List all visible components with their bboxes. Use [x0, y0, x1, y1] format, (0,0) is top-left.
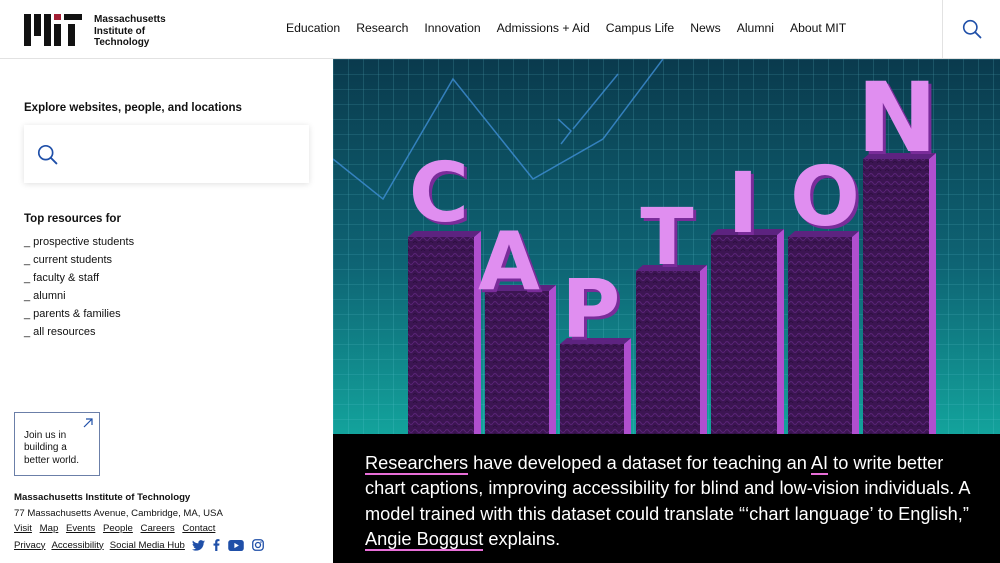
caption-link-ai[interactable]: AI — [810, 453, 829, 475]
mit-logo-icon — [24, 14, 82, 46]
nav-education[interactable]: Education — [286, 21, 340, 35]
bar — [711, 235, 777, 434]
footer-link-contact[interactable]: Contact — [182, 523, 215, 534]
bar-side — [852, 231, 859, 434]
resources-title: Top resources for — [24, 213, 121, 225]
bar-side — [777, 229, 784, 434]
footer-links: Visit Map Events People Careers Contact — [14, 523, 272, 534]
mit-logo[interactable]: Massachusetts Institute of Technology — [24, 14, 166, 49]
caption-link-researchers[interactable]: Researchers — [365, 453, 469, 475]
resource-parents-families[interactable]: _ parents & families — [24, 306, 134, 324]
nav-about-mit[interactable]: About MIT — [790, 21, 846, 35]
logo-wordmark: Massachusetts Institute of Technology — [94, 14, 166, 49]
explore-title: Explore websites, people, and locations — [24, 102, 242, 114]
hero-letter: P — [562, 263, 621, 356]
nav-news[interactable]: News — [690, 21, 720, 35]
footer-link-people[interactable]: People — [103, 523, 133, 534]
caption-segment: explains. — [483, 529, 561, 550]
footer-link-social-media-hub[interactable]: Social Media Hub — [110, 540, 185, 551]
footer-links-secondary: Privacy Accessibility Social Media Hub — [14, 539, 272, 551]
hero-letter: C — [409, 146, 469, 241]
resource-all[interactable]: _ all resources — [24, 324, 134, 342]
site-footer: Massachusetts Institute of Technology 77… — [14, 492, 272, 551]
social-links — [191, 539, 272, 551]
bar-side — [929, 153, 936, 434]
nav-alumni[interactable]: Alumni — [737, 21, 774, 35]
footer-link-careers[interactable]: Careers — [141, 523, 175, 534]
join-line: building a — [24, 442, 67, 454]
bar-side — [549, 285, 556, 434]
bar — [485, 291, 549, 434]
nav-admissions-aid[interactable]: Admissions + Aid — [497, 21, 590, 35]
logo-line: Technology — [94, 37, 150, 48]
footer-org-name: Massachusetts Institute of Technology — [14, 492, 191, 503]
facebook-icon[interactable] — [213, 539, 220, 551]
bar — [863, 159, 929, 434]
search-icon — [37, 144, 58, 164]
caption-segment: have developed a dataset for teaching an — [468, 453, 811, 473]
instagram-icon[interactable] — [252, 539, 264, 551]
sidebar: Explore websites, people, and locations … — [0, 59, 333, 563]
hero-letter: O — [790, 150, 860, 245]
footer-address: 77 Massachusetts Avenue, Cambridge, MA, … — [14, 508, 223, 519]
bar — [408, 237, 474, 434]
sidebar-search-box[interactable] — [24, 125, 309, 183]
hero-illustration: CCAAPPTT II OONN — [333, 59, 1000, 434]
nav-innovation[interactable]: Innovation — [424, 21, 480, 35]
bar — [788, 237, 852, 434]
footer-link-map[interactable]: Map — [40, 523, 59, 534]
resources-list: _ prospective students _ current student… — [24, 234, 134, 341]
search-input[interactable] — [66, 146, 286, 162]
hero-caption: Researchers have developed a dataset for… — [333, 434, 1000, 563]
bar-side — [700, 265, 707, 434]
caption-link-angie-boggust[interactable]: Angie Boggust — [365, 529, 484, 552]
arrow-up-right-icon — [83, 418, 93, 428]
footer-link-accessibility[interactable]: Accessibility — [51, 540, 103, 551]
hero-letter: A — [478, 215, 540, 308]
join-line: better world. — [24, 454, 80, 466]
footer-link-events[interactable]: Events — [66, 523, 95, 534]
nav-research[interactable]: Research — [356, 21, 408, 35]
bar — [636, 271, 700, 434]
footer-link-privacy[interactable]: Privacy — [14, 540, 45, 551]
hero-image[interactable]: CCAAPPTTIIOONN — [333, 59, 1000, 434]
hero-letter: N — [857, 62, 937, 174]
bar-side — [624, 338, 631, 434]
hero-letter: T — [640, 193, 693, 283]
header-search-button[interactable] — [942, 0, 1000, 58]
join-line: Join us in — [24, 430, 67, 441]
logo-line: Massachusetts — [94, 14, 166, 25]
search-icon — [962, 19, 981, 39]
logo-line: Institute of — [94, 25, 146, 37]
resource-prospective-students[interactable]: _ prospective students — [24, 234, 134, 252]
caption-text: Researchers have developed a dataset for… — [365, 451, 985, 553]
resource-current-students[interactable]: _ current students — [24, 252, 134, 270]
twitter-icon[interactable] — [191, 539, 205, 551]
footer-link-visit[interactable]: Visit — [14, 523, 32, 534]
hero-letter: I — [727, 154, 758, 252]
site-header: Massachusetts Institute of Technology Ed… — [0, 0, 1000, 59]
join-us-card[interactable]: Join us in building a better world. — [14, 412, 100, 476]
youtube-icon[interactable] — [228, 539, 244, 551]
main-nav: Education Research Innovation Admissions… — [286, 21, 862, 35]
resource-faculty-staff[interactable]: _ faculty & staff — [24, 270, 134, 288]
nav-campus-life[interactable]: Campus Life — [606, 21, 674, 35]
resource-alumni[interactable]: _ alumni — [24, 288, 134, 306]
